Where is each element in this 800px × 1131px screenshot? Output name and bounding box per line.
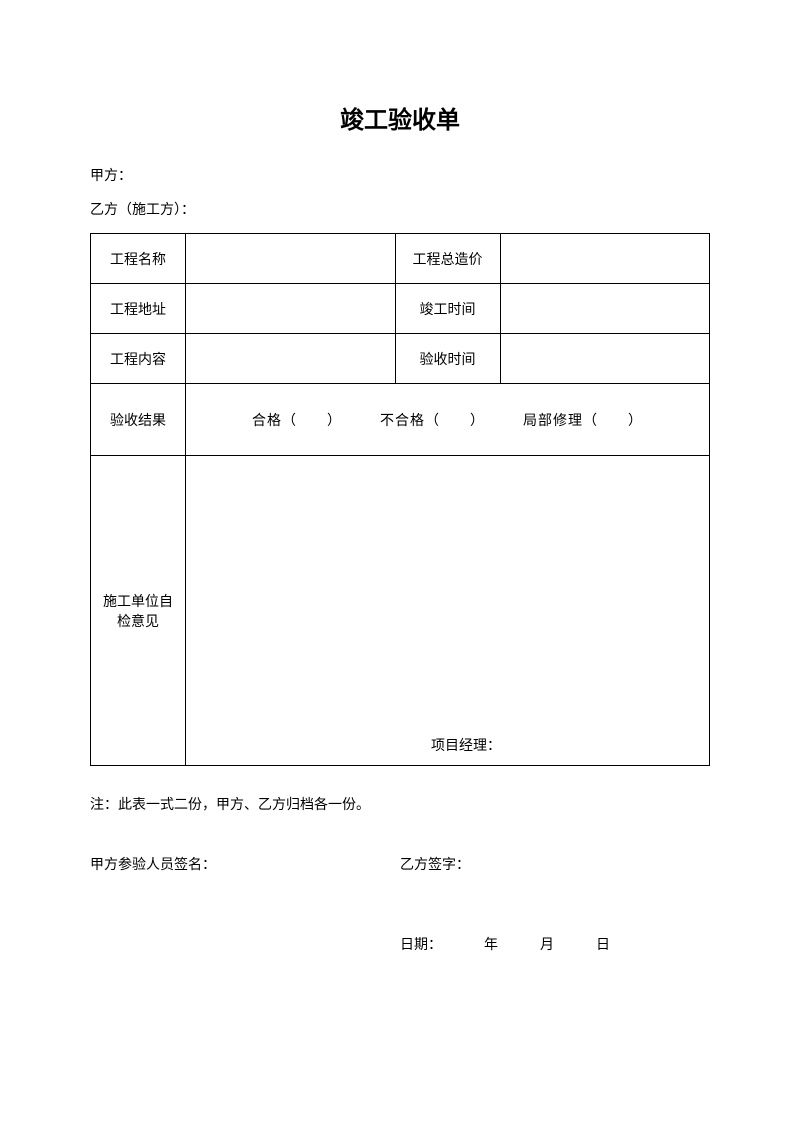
date-line: 日期： 年 月 日 xyxy=(90,934,710,954)
project-address-label: 工程地址 xyxy=(91,284,186,334)
acceptance-time-label: 验收时间 xyxy=(395,334,500,384)
acceptance-form-table: 工程名称 工程总造价 工程地址 竣工时间 工程内容 验收时间 验收结果 合格（ … xyxy=(90,233,710,766)
party-b-label: 乙方（施工方）： xyxy=(90,199,710,219)
party-a-label: 甲方： xyxy=(90,165,710,185)
table-row: 工程地址 竣工时间 xyxy=(91,284,710,334)
signature-a-label: 甲方参验人员签名： xyxy=(90,854,400,874)
result-options[interactable]: 合格（ ） 不合格（ ） 局部修理（ ） xyxy=(186,384,710,456)
total-price-label: 工程总造价 xyxy=(395,234,500,284)
acceptance-time-value[interactable] xyxy=(500,334,710,384)
completion-time-value[interactable] xyxy=(500,284,710,334)
opinion-label: 施工单位自检意见 xyxy=(91,456,186,766)
signature-b-label: 乙方签字： xyxy=(400,854,710,874)
table-row: 验收结果 合格（ ） 不合格（ ） 局部修理（ ） xyxy=(91,384,710,456)
opinion-value[interactable]: 项目经理： xyxy=(186,456,710,766)
signature-row: 甲方参验人员签名： 乙方签字： xyxy=(90,854,710,874)
completion-time-label: 竣工时间 xyxy=(395,284,500,334)
project-name-value[interactable] xyxy=(186,234,396,284)
table-row: 工程内容 验收时间 xyxy=(91,334,710,384)
table-row: 工程名称 工程总造价 xyxy=(91,234,710,284)
date-day: 日 xyxy=(596,938,610,953)
date-month: 月 xyxy=(540,938,554,953)
form-note: 注：此表一式二份，甲方、乙方归档各一份。 xyxy=(90,794,710,814)
project-name-label: 工程名称 xyxy=(91,234,186,284)
date-year: 年 xyxy=(484,938,498,953)
result-label: 验收结果 xyxy=(91,384,186,456)
table-row: 施工单位自检意见 项目经理： xyxy=(91,456,710,766)
total-price-value[interactable] xyxy=(500,234,710,284)
project-manager-label: 项目经理： xyxy=(431,735,501,755)
project-address-value[interactable] xyxy=(186,284,396,334)
project-content-label: 工程内容 xyxy=(91,334,186,384)
date-label: 日期： xyxy=(400,938,442,953)
page-title: 竣工验收单 xyxy=(90,100,710,135)
project-content-value[interactable] xyxy=(186,334,396,384)
